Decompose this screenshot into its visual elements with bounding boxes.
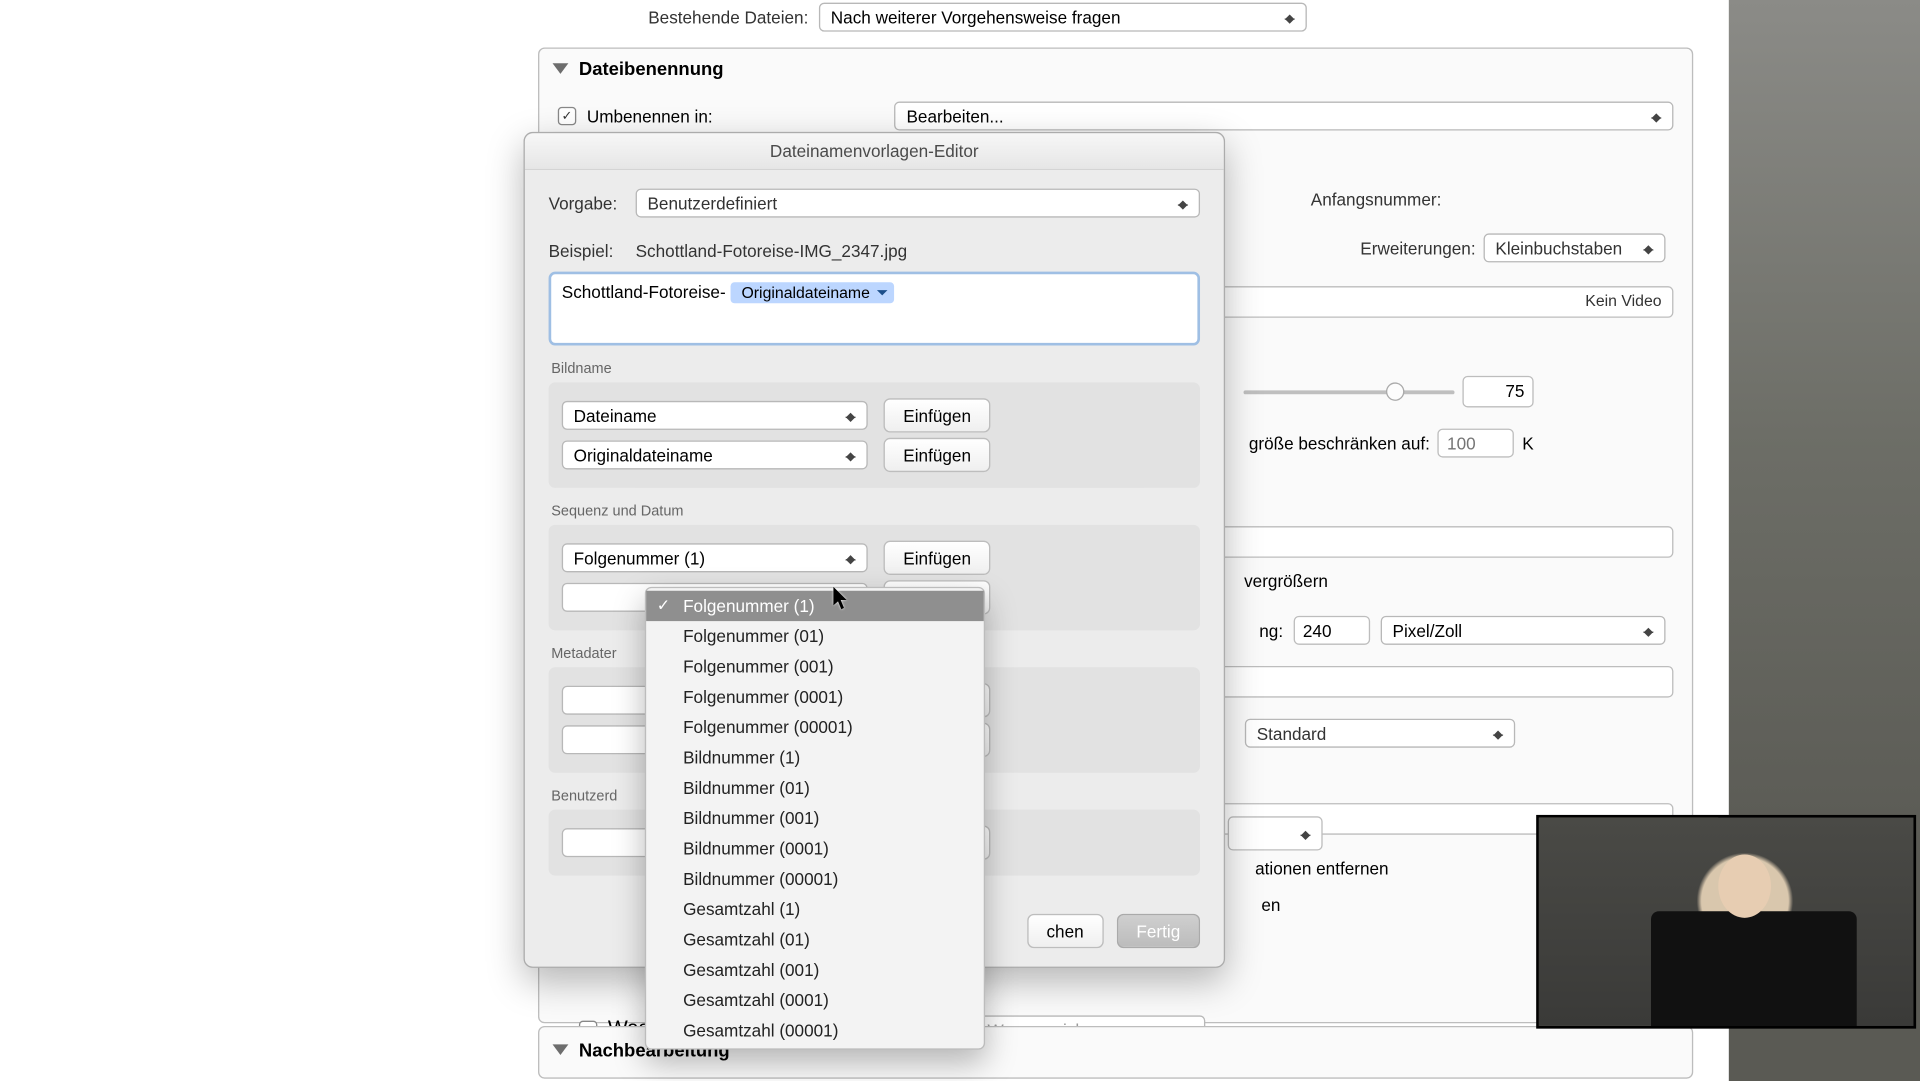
limit-filesize-row: größe beschränken auf: K <box>1249 429 1534 458</box>
chevron-updown-icon <box>1175 194 1193 212</box>
rename-template-value: Bearbeiten... <box>906 106 1003 126</box>
group-bildname: Dateiname Einfügen Originaldateiname Ein… <box>549 382 1200 487</box>
quality-value-input[interactable]: 75 <box>1462 376 1533 408</box>
existing-files-select[interactable]: Nach weiterer Vorgehensweise fragen <box>819 3 1307 32</box>
extensions-value: Kleinbuchstaben <box>1495 238 1622 258</box>
template-prefix-text: Schottland-Fotoreise- <box>562 282 726 302</box>
chevron-updown-icon <box>843 446 861 464</box>
preset-label: Vorgabe: <box>549 193 625 213</box>
file-naming-header[interactable]: Dateibenennung <box>539 49 1692 89</box>
webcam-overlay <box>1536 815 1916 1029</box>
remove-tail-fragment: en <box>1261 895 1280 915</box>
sequence-select[interactable]: Folgenummer (1) <box>562 543 868 572</box>
template-token-originalfilename[interactable]: Originaldateiname <box>731 282 894 303</box>
bildname-row1-select[interactable]: Dateiname <box>562 401 868 430</box>
insert-button[interactable]: Einfügen <box>884 541 991 575</box>
filename-template-editor-dialog: Dateinamenvorlagen-Editor Vorgabe: Benut… <box>524 132 1226 968</box>
cancel-button[interactable]: chen <box>1027 914 1104 948</box>
existing-files-row: Bestehende Dateien: Nach weiterer Vorgeh… <box>641 3 1670 32</box>
chevron-updown-icon <box>1282 8 1300 26</box>
preset-select[interactable]: Benutzerdefiniert <box>636 189 1200 218</box>
menu-item[interactable]: Bildnummer (0001) <box>646 833 984 863</box>
bildname-row2-value: Originaldateiname <box>574 445 713 465</box>
menu-item[interactable]: Gesamtzahl (00001) <box>646 1015 984 1045</box>
limit-label: größe beschränken auf: <box>1249 433 1430 453</box>
sharpen-value: Standard <box>1257 723 1327 743</box>
sharpen-row: Standard <box>1245 719 1515 748</box>
chevron-updown-icon <box>1490 724 1508 742</box>
resolution-suffix: ng: <box>1259 620 1283 640</box>
menu-item[interactable]: Folgenummer (1) <box>646 591 984 621</box>
menu-item[interactable]: Bildnummer (001) <box>646 803 984 833</box>
existing-files-label: Bestehende Dateien: <box>641 7 819 27</box>
quality-slider[interactable] <box>1244 381 1455 402</box>
rename-checkbox[interactable] <box>558 107 576 125</box>
sequence-dropdown-menu[interactable]: Folgenummer (1) Folgenummer (01) Folgenu… <box>645 587 985 1050</box>
menu-item[interactable]: Gesamtzahl (0001) <box>646 985 984 1015</box>
disclosure-triangle-icon <box>553 1044 569 1055</box>
slider-knob[interactable] <box>1386 382 1404 400</box>
remove-info-fragment: ationen entfernen <box>1255 858 1388 878</box>
extensions-label: Erweiterungen: <box>1360 238 1475 258</box>
rename-label: Umbenennen in: <box>587 106 713 126</box>
example-value: Schottland-Fotoreise-IMG_2347.jpg <box>636 241 908 261</box>
existing-files-value: Nach weiterer Vorgehensweise fragen <box>831 7 1121 27</box>
menu-item[interactable]: Bildnummer (1) <box>646 742 984 772</box>
menu-item[interactable]: Folgenummer (00001) <box>646 712 984 742</box>
example-row: Beispiel: Schottland-Fotoreise-IMG_2347.… <box>549 241 1200 261</box>
bildname-row2-select[interactable]: Originaldateiname <box>562 440 868 469</box>
resolution-unit-value: Pixel/Zoll <box>1393 620 1463 640</box>
group-label-bildname: Bildname <box>551 361 1200 377</box>
disclosure-triangle-icon <box>553 63 569 74</box>
limit-input[interactable] <box>1438 429 1514 458</box>
menu-item[interactable]: Folgenummer (001) <box>646 651 984 681</box>
menu-item[interactable]: Gesamtzahl (1) <box>646 894 984 924</box>
file-naming-title: Dateibenennung <box>579 58 724 79</box>
menu-item[interactable]: Bildnummer (00001) <box>646 864 984 894</box>
menu-item[interactable]: Bildnummer (01) <box>646 773 984 803</box>
chevron-updown-icon <box>1648 107 1666 125</box>
enlarge-label: vergrößern <box>1244 571 1328 591</box>
start-number-label: Anfangsnummer: <box>1311 190 1442 210</box>
chevron-updown-icon <box>843 549 861 567</box>
done-button[interactable]: Fertig <box>1117 914 1200 948</box>
limit-unit: K <box>1522 433 1533 453</box>
example-label: Beispiel: <box>549 241 625 261</box>
chevron-updown-icon <box>1640 239 1658 257</box>
template-token-field[interactable]: Schottland-Fotoreise- Originaldateiname <box>549 272 1200 346</box>
chevron-updown-icon <box>843 406 861 424</box>
rename-row: Umbenennen in: Bearbeiten... <box>558 102 1674 131</box>
group-label-sequenz: Sequenz und Datum <box>551 504 1200 520</box>
preset-value: Benutzerdefiniert <box>647 193 777 213</box>
chevron-updown-icon <box>1640 621 1658 639</box>
resolution-row: ng: Pixel/Zoll <box>1259 616 1665 645</box>
rename-template-select[interactable]: Bearbeiten... <box>895 102 1674 131</box>
sharpen-select[interactable]: Standard <box>1245 719 1515 748</box>
dialog-title: Dateinamenvorlagen-Editor <box>525 133 1224 170</box>
metadata-mini-select[interactable] <box>1228 816 1323 850</box>
sequence-value: Folgenummer (1) <box>574 548 705 568</box>
resolution-unit-select[interactable]: Pixel/Zoll <box>1381 616 1666 645</box>
extensions-select[interactable]: Kleinbuchstaben <box>1484 233 1666 262</box>
insert-button[interactable]: Einfügen <box>884 398 991 432</box>
no-video-label: Kein Video <box>1585 291 1661 309</box>
chevron-updown-icon <box>1298 824 1316 842</box>
preset-row: Vorgabe: Benutzerdefiniert <box>549 189 1200 218</box>
slider-track <box>1244 390 1455 394</box>
menu-item[interactable]: Gesamtzahl (001) <box>646 955 984 985</box>
menu-item[interactable]: Gesamtzahl (01) <box>646 924 984 954</box>
insert-button[interactable]: Einfügen <box>884 438 991 472</box>
menu-item[interactable]: Folgenummer (0001) <box>646 682 984 712</box>
bildname-row1-value: Dateiname <box>574 406 657 426</box>
resolution-input[interactable] <box>1294 616 1370 645</box>
cursor-icon <box>832 587 850 611</box>
extensions-row: Erweiterungen: Kleinbuchstaben <box>1360 233 1665 262</box>
menu-item[interactable]: Folgenummer (01) <box>646 621 984 651</box>
